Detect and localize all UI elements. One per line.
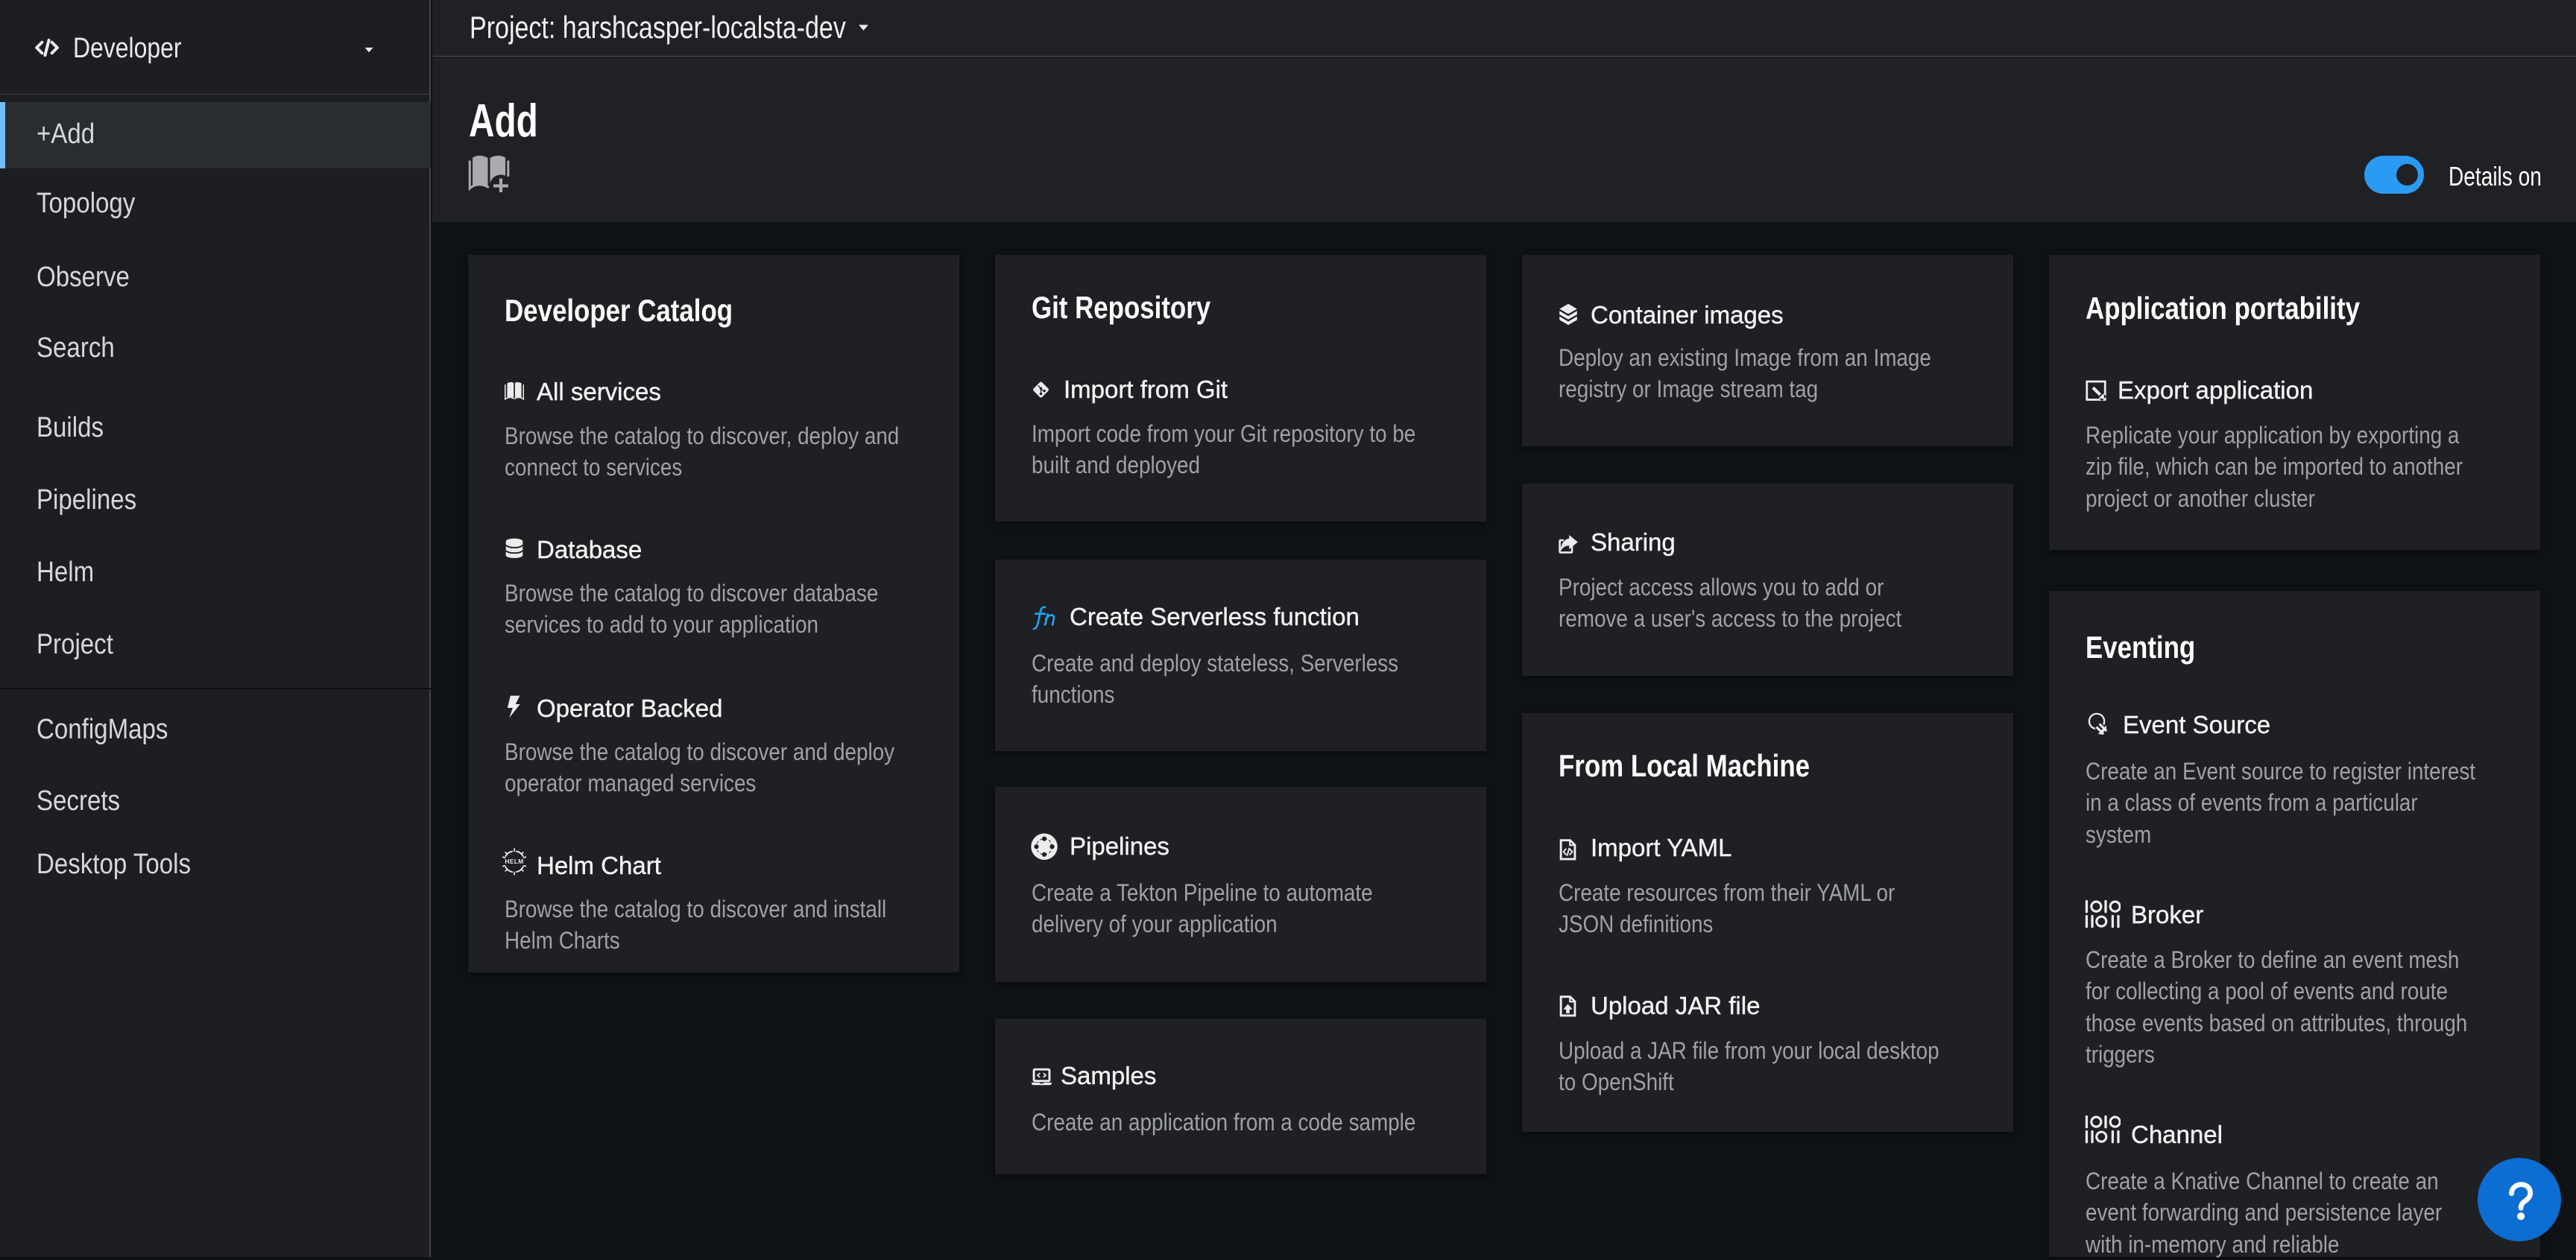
svg-text:HELM: HELM [505,858,523,865]
